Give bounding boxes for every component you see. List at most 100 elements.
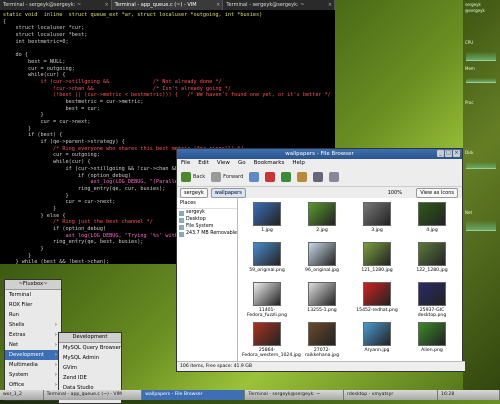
file-thumbnail[interactable]: 96_original.jpg bbox=[297, 242, 347, 273]
file-thumbnail[interactable]: 2.jpg bbox=[297, 202, 347, 233]
minimize-icon[interactable]: _ bbox=[437, 150, 444, 157]
place-home[interactable]: sergeyk bbox=[177, 209, 237, 216]
taskbar-item[interactable]: 16:28 bbox=[438, 390, 500, 400]
close-tab-icon[interactable]: × bbox=[104, 0, 108, 10]
reload-icon[interactable] bbox=[281, 172, 292, 182]
code-line: best = cur; bbox=[3, 105, 100, 112]
menu-file[interactable]: File bbox=[181, 159, 190, 168]
menu-edit[interactable]: Edit bbox=[198, 159, 209, 168]
root-menu-item[interactable]: System › bbox=[5, 370, 61, 380]
code-line: } bbox=[3, 125, 32, 132]
thumbnail-image bbox=[418, 202, 446, 226]
dev-menu-item[interactable]: Zend IDE bbox=[59, 373, 121, 383]
file-thumbnail[interactable]: 1.jpg bbox=[242, 202, 292, 233]
up-icon[interactable] bbox=[249, 172, 260, 182]
sidebar-disk-label: Disk bbox=[465, 150, 474, 155]
computer-icon[interactable] bbox=[313, 172, 324, 182]
taskbar-item[interactable]: Terminal - app_queue.c (~) - VIM bbox=[44, 390, 143, 400]
terminal-tab[interactable]: Terminal - sergeyk@sergeyk: ~ × bbox=[0, 0, 112, 10]
crumb-wallpapers[interactable]: wallpapers bbox=[210, 188, 246, 198]
zoom-level[interactable]: 100% bbox=[388, 190, 402, 196]
submenu-arrow-icon: › bbox=[54, 352, 57, 358]
search-icon[interactable] bbox=[329, 172, 340, 182]
back-button[interactable]: Back bbox=[181, 172, 205, 182]
forward-button[interactable]: Forward bbox=[211, 172, 243, 182]
file-thumbnail[interactable]: 3.jpg bbox=[352, 202, 402, 233]
file-thumbnail[interactable]: 4.jpg bbox=[407, 202, 457, 233]
thumbnail-image bbox=[418, 322, 446, 346]
root-menu-item[interactable]: Multimedia › bbox=[5, 360, 61, 370]
menu-bookmarks[interactable]: Bookmarks bbox=[254, 159, 285, 168]
menu-go[interactable]: Go bbox=[238, 159, 246, 168]
menu-help[interactable]: Help bbox=[292, 159, 305, 168]
dev-menu-item[interactable]: MySQL Query Browser bbox=[59, 343, 121, 353]
close-tab-icon[interactable]: × bbox=[216, 0, 220, 10]
root-menu-item[interactable]: Extras › bbox=[5, 330, 61, 340]
file-thumbnail[interactable]: 13255-1.png bbox=[297, 282, 347, 313]
file-thumbnail[interactable]: 121_1280.jpg bbox=[352, 242, 402, 273]
dev-menu-item[interactable]: MySQL Admin bbox=[59, 353, 121, 363]
file-thumbnail[interactable]: 15452-redhat.png bbox=[352, 282, 402, 313]
file-name: 13255-1.png bbox=[307, 308, 337, 313]
submenu-arrow-icon: › bbox=[54, 372, 57, 378]
taskbar-item[interactable]: wor_1_2 bbox=[0, 390, 44, 400]
file-thumbnail[interactable]: Alien.png bbox=[407, 322, 457, 353]
thumbnail-image bbox=[308, 242, 336, 266]
root-menu-header: ~Fluxbox~ bbox=[5, 280, 61, 290]
menubar: File Edit View Go Bookmarks Help bbox=[177, 159, 462, 168]
code-line: cur = outgoing; bbox=[3, 65, 75, 72]
file-thumbnail[interactable]: 25864-Fedora_western_1024.jpg bbox=[242, 322, 301, 358]
taskbar-item[interactable]: Terminal - sergeyk@sergeyk: ~ bbox=[245, 390, 345, 400]
file-thumbnail[interactable]: 59_original.png bbox=[242, 242, 292, 273]
root-menu-item[interactable]: Net › bbox=[5, 340, 61, 350]
system-monitor-sidebar: sergeyk @sergeyk CPU Mem Proc Disk Net bbox=[463, 0, 500, 400]
sidebar-net-label: Net bbox=[465, 210, 473, 215]
file-name: 121_1280.jpg bbox=[361, 268, 393, 273]
file-thumbnail[interactable]: 25937-GIC desktop.png bbox=[407, 282, 457, 318]
file-name: 11401-Fedora_fuzzli.png bbox=[246, 308, 288, 318]
submenu-arrow-icon: › bbox=[54, 332, 57, 338]
code-line: } bbox=[3, 112, 44, 119]
view-mode-select[interactable]: View as Icons bbox=[416, 188, 458, 198]
file-name: 59_original.png bbox=[249, 268, 285, 273]
menu-view[interactable]: View bbox=[217, 159, 230, 168]
file-name: 15452-redhat.png bbox=[356, 308, 398, 313]
root-menu-item[interactable]: Office › bbox=[5, 380, 61, 390]
terminal-tab[interactable]: Terminal - sergeyk@sergeyk: ~ × bbox=[223, 0, 336, 10]
dev-menu-item[interactable]: GVim bbox=[59, 363, 121, 373]
sidebar-cpu-label: CPU bbox=[465, 40, 474, 45]
close-icon[interactable]: × bbox=[453, 150, 460, 157]
close-tab-icon[interactable]: × bbox=[328, 0, 332, 10]
submenu-arrow-icon: › bbox=[54, 342, 57, 348]
terminal-tab[interactable]: Terminal - app_queue.c (~) - VIM × bbox=[111, 0, 224, 10]
root-menu-item[interactable]: Run bbox=[5, 310, 61, 320]
taskbar-item[interactable]: wallpapers - File Browser bbox=[142, 390, 246, 400]
places-header[interactable]: Places bbox=[177, 198, 237, 209]
file-thumbnail[interactable]: Aryann.jpg bbox=[352, 322, 402, 353]
submenu-arrow-icon: › bbox=[54, 322, 57, 328]
home-icon[interactable] bbox=[297, 172, 308, 182]
code-line: bestmetric = cur->metric; bbox=[3, 98, 144, 105]
file-grid: 1.jpg 2.jpg 3.jpg 4.jpg 59_original.png 96_or… bbox=[238, 198, 462, 361]
place-removable[interactable]: 243.7 MB Removable Volume bbox=[177, 230, 256, 237]
file-thumbnail[interactable]: 122_1280.jpg bbox=[407, 242, 457, 273]
root-menu-item[interactable]: Development › bbox=[5, 350, 61, 360]
thumbnail-image bbox=[363, 202, 391, 226]
file-name: 1.jpg bbox=[261, 228, 273, 233]
maximize-icon[interactable]: □ bbox=[445, 150, 452, 157]
file-browser-titlebar[interactable]: wallpapers - File Browser _ □ × bbox=[177, 149, 462, 159]
place-filesystem[interactable]: File System bbox=[177, 223, 237, 230]
taskbar-item[interactable]: rdesktop - vmyatsyr bbox=[344, 390, 439, 400]
root-menu-item[interactable]: Terminal bbox=[5, 290, 61, 300]
stop-icon[interactable] bbox=[265, 172, 276, 182]
place-desktop[interactable]: Desktop bbox=[177, 216, 237, 223]
file-thumbnail[interactable]: 11401-Fedora_fuzzli.png bbox=[242, 282, 292, 318]
root-menu-item[interactable]: Shells › bbox=[5, 320, 61, 330]
sidebar-user: sergeyk bbox=[465, 2, 481, 7]
root-menu-item[interactable]: ROX Filer bbox=[5, 300, 61, 310]
crumb-sergeyk[interactable]: sergeyk bbox=[180, 188, 208, 198]
fluxbox-root-menu: ~Fluxbox~ Terminal ROX Filer Run Shells › Ext… bbox=[4, 279, 62, 401]
code-line: static void inline struct queue_ext *ar,… bbox=[3, 12, 263, 18]
file-thumbnail[interactable]: 27072-raikkehana.jpg bbox=[297, 322, 347, 358]
